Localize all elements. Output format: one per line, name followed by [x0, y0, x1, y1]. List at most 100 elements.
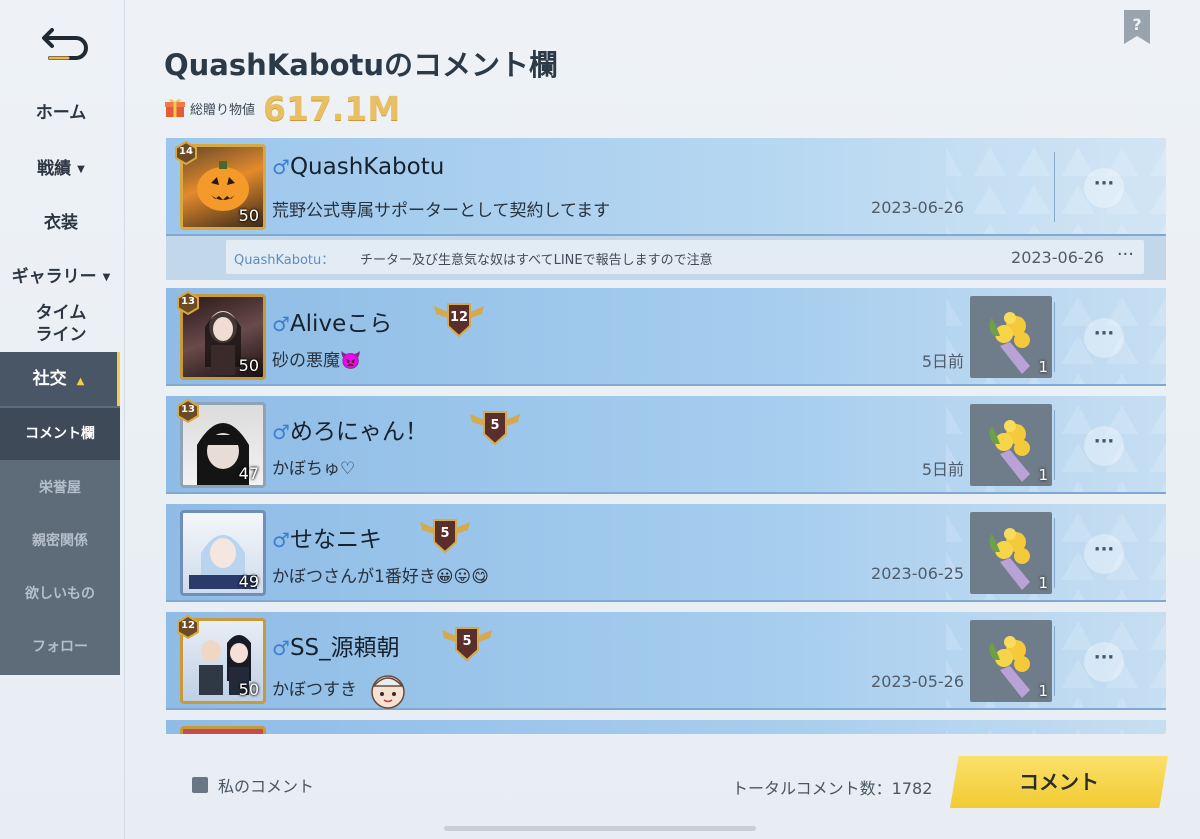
gift-icon — [165, 99, 185, 117]
comment-message: かぼちゅ♡ — [272, 459, 356, 479]
comment-username[interactable]: ♂QuashKabotu — [272, 154, 444, 180]
nav-timeline[interactable]: タイム ライン — [0, 302, 122, 346]
username-text: QuashKabotu — [289, 154, 445, 180]
comment-list[interactable]: 50 14 ♂QuashKabotu 荒野公式専属サポーターとして契約してます … — [166, 138, 1166, 734]
more-options-button[interactable]: ··· — [1084, 168, 1124, 208]
comment-card[interactable]: 50 14 ♂QuashKabotu 荒野公式専属サポーターとして契約してます … — [166, 138, 1166, 280]
flower-gift[interactable]: 1 — [970, 620, 1052, 702]
avatar-level: 49 — [238, 572, 259, 591]
nav-record[interactable]: 戦績 ▼ — [0, 154, 122, 179]
nav-costume[interactable]: 衣装 — [0, 208, 122, 233]
subnav-wishlist-label: 欲しいもの — [25, 586, 95, 602]
comment-card[interactable]: 49 ♂せなニキ 5 かぼつさんが1番好き😀😛😋 2023-06-25 1 ··… — [166, 504, 1166, 602]
gift-count: 1 — [1038, 358, 1048, 376]
comment-message: かぼつすき — [272, 670, 414, 710]
comment-date: 5日前 — [921, 460, 964, 479]
reply-date: 2023-06-26 — [1011, 248, 1104, 267]
more-options-button[interactable]: ··· — [1084, 426, 1124, 466]
avatar-level: 50 — [238, 356, 259, 375]
checkbox-icon[interactable] — [192, 777, 208, 793]
comment-card[interactable] — [166, 720, 1166, 734]
nav-costume-label: 衣装 — [44, 213, 78, 233]
back-arrow-icon[interactable] — [38, 22, 92, 62]
subnav-comments[interactable]: コメント欄 — [0, 408, 120, 460]
comment-card[interactable]: 47 13 ♂めろにゃん！ 5 かぼちゅ♡ 5日前 1 ··· — [166, 396, 1166, 494]
username-text: SS_源頼朝 — [289, 635, 400, 661]
comment-date: 2023-06-26 — [871, 198, 964, 217]
owner-reply: QuashKabotu： チーター及び生意気な奴はすべてLINEで報告しますので… — [166, 236, 1166, 280]
divider — [1054, 518, 1055, 588]
comment-date: 2023-05-26 — [871, 672, 964, 691]
subnav-follow[interactable]: フォロー — [0, 621, 120, 673]
comment-message-text: かぼつさんが1番好き — [272, 567, 436, 587]
reply-author[interactable]: QuashKabotu： — [234, 249, 334, 268]
more-options-button[interactable]: ··· — [1084, 642, 1124, 682]
gift-total-label: 総贈り物値 — [190, 102, 256, 118]
comment-username[interactable]: ♂Aliveこら — [272, 304, 392, 338]
more-options-button[interactable]: ··· — [1084, 318, 1124, 358]
avatar[interactable]: 49 — [180, 510, 266, 596]
subnav-follow-label: フォロー — [32, 639, 88, 655]
card-pattern — [946, 138, 1166, 234]
rank-number: 13 — [181, 296, 195, 307]
level-badge-number: 5 — [462, 634, 472, 649]
reply-box: QuashKabotu： チーター及び生意気な奴はすべてLINEで報告しますので… — [226, 240, 1144, 274]
nav-home[interactable]: ホーム — [0, 98, 122, 123]
help-icon[interactable]: ? — [1124, 10, 1150, 44]
subnav-honor-label: 栄誉屋 — [39, 480, 81, 496]
comment-message: 荒野公式専属サポーターとして契約してます — [272, 201, 611, 221]
gift-count: 1 — [1038, 466, 1048, 484]
page-title: QuashKabotuのコメント欄 — [164, 48, 559, 82]
male-icon: ♂ — [272, 636, 290, 660]
subnav-intimacy[interactable]: 親密関係 — [0, 515, 120, 567]
emoji-sticker: 👿 — [340, 351, 362, 371]
nav-home-label: ホーム — [35, 103, 87, 123]
my-comment-toggle[interactable]: 私のコメント — [192, 773, 314, 797]
male-icon: ♂ — [272, 528, 290, 552]
avatar-level: 47 — [238, 464, 259, 483]
flower-gift[interactable]: 1 — [970, 512, 1052, 594]
nav-timeline-label-1: タイム — [35, 303, 87, 323]
subnav-comments-label: コメント欄 — [25, 426, 95, 442]
sidebar: ホーム 戦績 ▼ 衣装 ギャラリー ▼ タイム ライン 社交 ▲ コメント欄 栄誉屋 … — [0, 0, 122, 839]
divider — [1054, 152, 1055, 222]
home-indicator[interactable] — [444, 826, 756, 831]
divider — [1054, 626, 1055, 696]
level-badge: 5 — [440, 622, 494, 666]
avatar-level: 50 — [238, 680, 259, 699]
reply-text: チーター及び生意気な奴はすべてLINEで報告しますので注意 — [360, 253, 713, 268]
avatar[interactable] — [180, 726, 266, 734]
nav-social[interactable]: 社交 ▲ — [0, 352, 120, 406]
male-icon: ♂ — [272, 312, 290, 336]
level-badge: 5 — [468, 406, 522, 450]
more-options-button[interactable]: ··· — [1084, 534, 1124, 574]
comment-card[interactable]: 50 12 ♂SS_源頼朝 5 かぼつすき 2023-05-26 1 ··· — [166, 612, 1166, 710]
sticker-icon — [371, 675, 406, 709]
male-icon: ♂ — [272, 155, 290, 179]
flower-gift[interactable]: 1 — [970, 296, 1052, 378]
reply-more-button[interactable]: ··· — [1117, 244, 1134, 265]
gift-total-value: 617.1M — [263, 88, 401, 128]
card-pattern — [946, 720, 1166, 734]
comment-date: 5日前 — [921, 352, 964, 371]
comment-username[interactable]: ♂SS_源頼朝 — [272, 628, 400, 662]
username-text: Aliveこら — [289, 311, 393, 337]
svg-text:?: ? — [1132, 15, 1141, 34]
comment-username[interactable]: ♂せなニキ — [272, 520, 382, 554]
comment-button[interactable]: コメント — [950, 756, 1168, 808]
subnav-intimacy-label: 親密関係 — [32, 533, 88, 549]
dropdown-arrow-icon: ▼ — [102, 271, 111, 283]
comment-date: 2023-06-25 — [871, 564, 964, 583]
avatar-level: 50 — [238, 206, 259, 225]
nav-gallery[interactable]: ギャラリー ▼ — [0, 262, 122, 287]
level-badge: 12 — [432, 298, 486, 342]
username-text: めろにゃん！ — [289, 419, 428, 445]
comment-card[interactable]: 50 13 ♂Aliveこら 12 砂の悪魔👿 5日前 1 ··· — [166, 288, 1166, 386]
flower-gift[interactable]: 1 — [970, 404, 1052, 486]
subnav-honor[interactable]: 栄誉屋 — [0, 462, 120, 514]
comment-username[interactable]: ♂めろにゃん！ — [272, 412, 428, 446]
rank-number: 13 — [181, 404, 195, 415]
emoji-sticker: 😀😛😋 — [435, 567, 489, 587]
subnav-wishlist[interactable]: 欲しいもの — [0, 568, 120, 620]
nav-timeline-label-2: ライン — [35, 325, 87, 345]
